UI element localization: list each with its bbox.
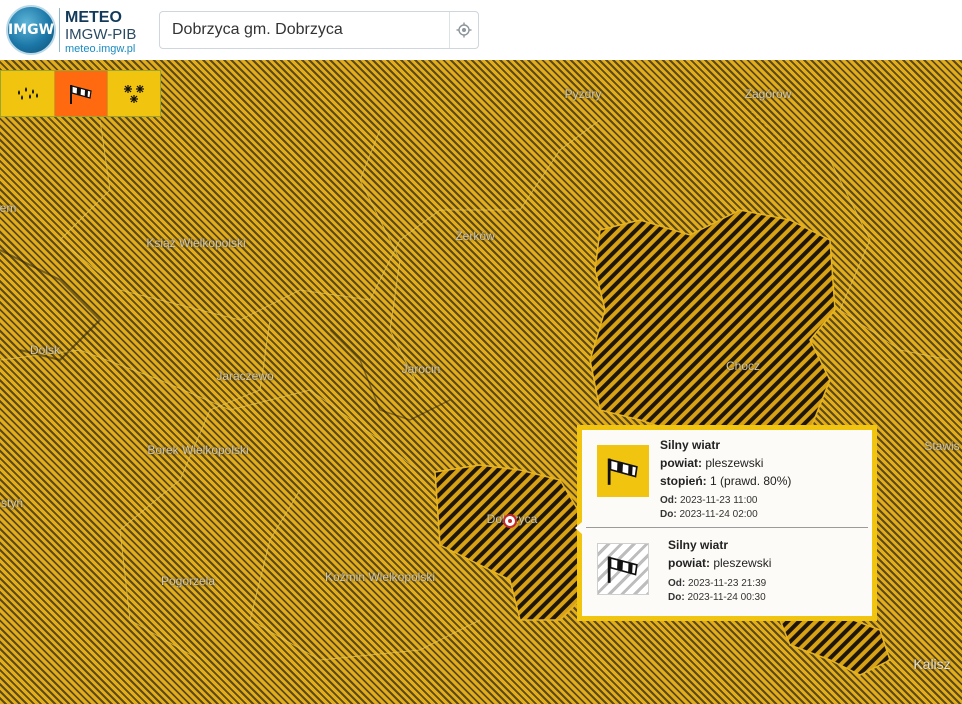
place-label: Dolsk (29, 343, 61, 357)
warning-to: Do: 2023-11-24 00:30 (668, 592, 766, 603)
powiat-label: powiat: (660, 456, 702, 470)
warning-degree: stopień: 1 (prawd. 80%) (660, 474, 791, 488)
place-label: Borek Wielkopolski (147, 443, 249, 457)
do-label: Do: (660, 509, 677, 520)
place-label: styń (0, 496, 24, 510)
locate-button[interactable] (449, 12, 478, 48)
stopien-value: 1 (prawd. 80%) (710, 474, 792, 488)
od-value: 2023-11-23 11:00 (680, 495, 758, 506)
location-search (159, 11, 479, 49)
county-border (59, 119, 601, 321)
place-label: Jaraczewo (216, 369, 274, 383)
od-label: Od: (668, 578, 686, 589)
do-value: 2023-11-24 02:00 (679, 509, 758, 520)
warning-powiat: powiat: pleszewski (668, 556, 771, 570)
place-label: Koźmin Wielkopolski (324, 570, 436, 584)
imgw-logo[interactable]: IMGW (6, 5, 56, 55)
windsock-icon (607, 458, 638, 485)
warning-to: Do: 2023-11-24 02:00 (660, 509, 758, 520)
do-label: Do: (668, 592, 685, 603)
location-marker[interactable] (503, 514, 517, 528)
crosshair-icon (456, 22, 472, 38)
powiat-label: powiat: (668, 556, 710, 570)
place-label: Zagórów (744, 87, 792, 101)
od-label: Od: (660, 495, 678, 506)
orange-warning-area-south (434, 464, 591, 621)
place-label: Chocz (725, 359, 761, 373)
active-warning-icon (597, 445, 649, 497)
do-value: 2023-11-24 00:30 (687, 592, 766, 603)
rain-icon (17, 86, 38, 100)
county-border (829, 159, 951, 361)
od-value: 2023-11-23 21:39 (688, 578, 767, 589)
location-search-input[interactable] (160, 12, 450, 48)
warning-popup: Silny wiatr powiat: pleszewski stopień: … (575, 425, 877, 621)
warning-title: Silny wiatr (660, 438, 721, 452)
place-label: em (0, 201, 17, 215)
phenomenon-selector (0, 70, 161, 117)
warning-powiat: powiat: pleszewski (660, 456, 763, 470)
snow-warning-button[interactable] (107, 71, 160, 116)
county-border (0, 349, 431, 481)
wind-warning-button[interactable] (54, 71, 107, 116)
powiat-value: pleszewski (713, 556, 772, 570)
stopien-label: stopień: (660, 474, 707, 488)
place-label: Książ Wielkopolski (146, 236, 246, 250)
place-label: Stawis (924, 439, 960, 453)
place-label: Pogorzela (160, 574, 216, 588)
app-header: IMGW METEO IMGW-PIB meteo.imgw.pl (0, 0, 962, 60)
warning-title: Silny wiatr (668, 538, 729, 552)
warning-popup-body: Silny wiatr powiat: pleszewski stopień: … (575, 430, 872, 616)
logo-subtitle: IMGW-PIB (65, 26, 137, 43)
windsock-icon (607, 556, 638, 583)
warning-from: Od: 2023-11-23 21:39 (668, 578, 766, 589)
place-label: Żerków (455, 229, 495, 243)
warning-from: Od: 2023-11-23 11:00 (660, 495, 757, 506)
logo-title: METEO (65, 9, 122, 26)
inactive-warning-icon (597, 543, 649, 595)
place-label: Pyzdry (564, 87, 602, 101)
logo-badge-text: IMGW (7, 22, 55, 38)
orange-warning-area (589, 209, 836, 441)
logo-divider (59, 8, 60, 52)
orange-warning-area-east (778, 614, 891, 676)
place-label: Jarocin (401, 362, 441, 376)
rain-warning-button[interactable] (1, 71, 54, 116)
popup-divider (586, 527, 868, 528)
snow-icon (124, 84, 144, 103)
windsock-icon (70, 84, 92, 104)
logo-url[interactable]: meteo.imgw.pl (65, 43, 135, 55)
popup-pointer (575, 522, 582, 534)
place-label: Kalisz (913, 656, 951, 672)
powiat-value: pleszewski (705, 456, 764, 470)
